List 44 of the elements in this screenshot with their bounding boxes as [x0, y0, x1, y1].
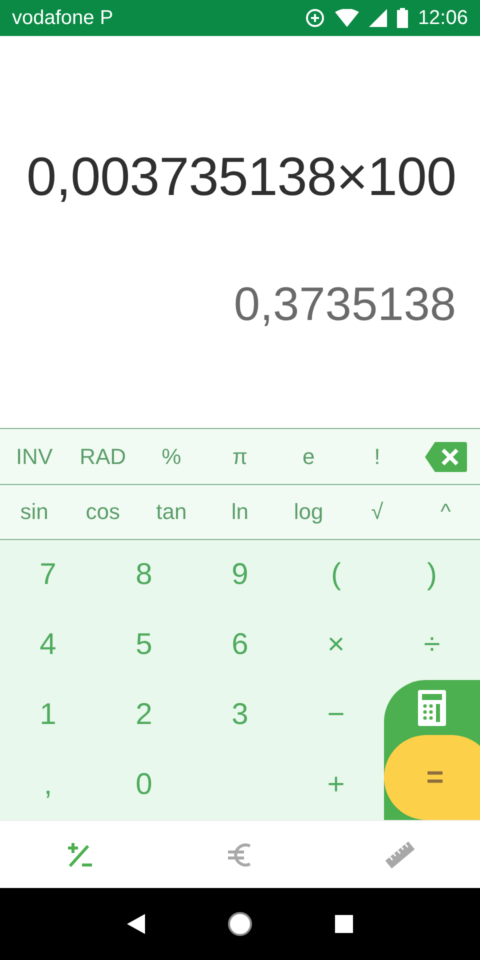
wifi-icon: [334, 9, 359, 27]
function-key[interactable]: ln: [225, 495, 255, 529]
key-button[interactable]: 0: [124, 762, 164, 808]
key-button[interactable]: 8: [124, 552, 164, 598]
key-button[interactable]: 6: [220, 622, 260, 668]
key-button[interactable]: 5: [124, 622, 164, 668]
backspace-icon[interactable]: [424, 442, 467, 472]
key-button[interactable]: ,: [32, 762, 64, 808]
key-button[interactable]: ÷: [412, 622, 452, 668]
key-button[interactable]: 3: [220, 692, 260, 738]
function-key[interactable]: %: [156, 440, 188, 474]
data-saver-icon: [304, 8, 325, 28]
expression-text: 0,003735138×100: [26, 146, 456, 208]
function-key[interactable]: INV: [10, 440, 59, 474]
key-button[interactable]: +: [315, 762, 357, 808]
key-button[interactable]: 9: [220, 552, 260, 598]
key-button[interactable]: 1: [28, 692, 68, 738]
result-text: 0,3735138: [234, 276, 456, 331]
key-button[interactable]: −: [315, 692, 357, 738]
key-button[interactable]: (: [319, 552, 353, 598]
key-button[interactable]: 7: [28, 552, 68, 598]
function-key[interactable]: e: [296, 440, 321, 474]
clock-time: 12:06: [418, 6, 468, 30]
key-button[interactable]: ): [415, 552, 449, 598]
key-button[interactable]: 4: [28, 622, 68, 668]
carrier-name: vodafone P: [12, 6, 114, 30]
back-icon[interactable]: [127, 914, 145, 934]
home-icon[interactable]: [227, 911, 253, 937]
plus-minus-icon: [66, 840, 94, 868]
function-key[interactable]: π: [226, 440, 254, 474]
battery-icon: [396, 8, 408, 28]
function-key[interactable]: RAD: [74, 440, 132, 474]
function-key[interactable]: !: [368, 440, 386, 474]
key-button[interactable]: 2: [124, 692, 164, 738]
function-key[interactable]: ^: [434, 495, 457, 529]
function-key[interactable]: sin: [14, 495, 54, 529]
function-key[interactable]: log: [288, 495, 330, 529]
function-key[interactable]: cos: [80, 495, 126, 529]
equals-button[interactable]: =: [384, 735, 480, 820]
function-key[interactable]: √: [365, 495, 390, 529]
calculator-icon[interactable]: [418, 690, 446, 726]
key-button[interactable]: ×: [315, 622, 357, 668]
function-key[interactable]: tan: [150, 495, 193, 529]
signal-icon: [368, 9, 387, 27]
